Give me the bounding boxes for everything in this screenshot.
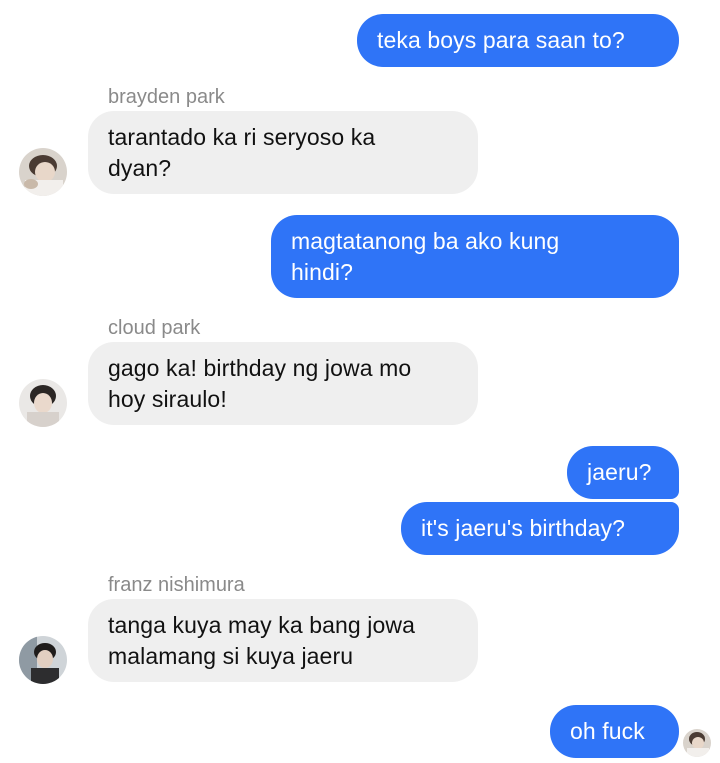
sender-name: franz nishimura <box>108 574 245 596</box>
sender-name: brayden park <box>108 86 225 108</box>
outgoing-message[interactable]: magtatanong ba ako kung hindi? <box>271 215 679 298</box>
avatar[interactable] <box>19 636 67 684</box>
avatar[interactable] <box>19 148 67 196</box>
read-receipt-avatar <box>683 729 711 757</box>
outgoing-message[interactable]: it's jaeru's birthday? <box>401 502 679 555</box>
incoming-message[interactable]: tarantado ka ri seryoso ka dyan? <box>88 111 478 194</box>
outgoing-message[interactable]: oh fuck <box>550 705 679 758</box>
outgoing-message[interactable]: jaeru? <box>567 446 679 499</box>
outgoing-message[interactable]: teka boys para saan to? <box>357 14 679 67</box>
sender-name: cloud park <box>108 317 201 339</box>
incoming-message[interactable]: gago ka! birthday ng jowa mo hoy siraulo… <box>88 342 478 425</box>
avatar[interactable] <box>19 379 67 427</box>
incoming-message[interactable]: tanga kuya may ka bang jowa malamang si … <box>88 599 478 682</box>
